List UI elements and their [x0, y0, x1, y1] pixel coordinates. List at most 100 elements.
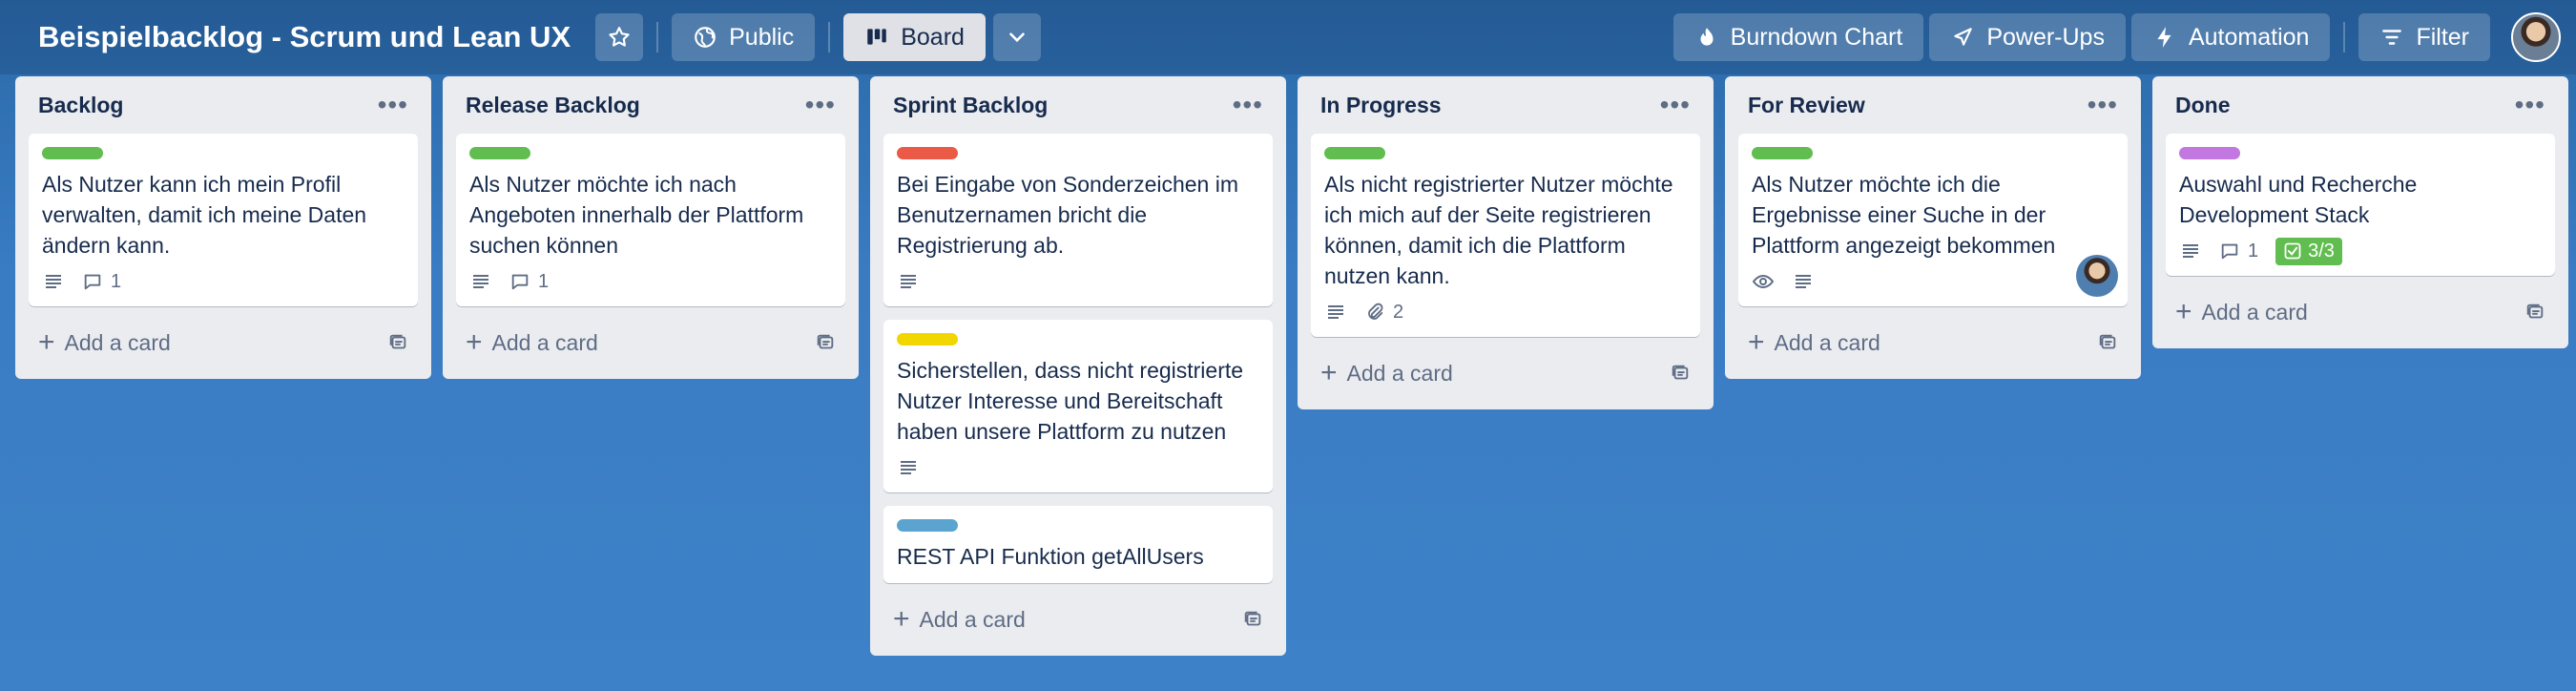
- add-card-button[interactable]: + Add a card: [29, 320, 418, 366]
- comment-icon: [2221, 243, 2238, 260]
- card[interactable]: Als Nutzer möchte ich nach Angeboten inn…: [456, 134, 845, 306]
- card-label: [1752, 147, 1813, 159]
- burndown-chart-button[interactable]: Burndown Chart: [1672, 13, 1924, 61]
- board-view-label: Board: [901, 23, 965, 51]
- add-card-button[interactable]: + Add a card: [456, 320, 845, 366]
- add-card-label: Add a card: [1346, 360, 1453, 386]
- card-template-icon[interactable]: [1670, 363, 1691, 384]
- list-title[interactable]: Release Backlog: [466, 93, 640, 118]
- plus-icon: +: [38, 326, 55, 358]
- card-title: Sicherstellen, dass nicht registrierte N…: [897, 358, 1244, 444]
- card-badges: 2: [1324, 299, 1687, 325]
- list-title[interactable]: Done: [2175, 93, 2231, 118]
- comment-badge: 1: [509, 271, 549, 293]
- more-dots-icon[interactable]: •••: [2088, 92, 2118, 118]
- card[interactable]: Als nicht registrierter Nutzer möchte ic…: [1311, 134, 1700, 337]
- plus-icon: +: [893, 603, 910, 635]
- checkbox-icon: [2284, 242, 2301, 260]
- card-template-icon[interactable]: [2524, 302, 2545, 323]
- card-label: [897, 519, 958, 532]
- list-done: Done ••• Auswahl und Recherche Developme…: [2152, 76, 2568, 348]
- checklist-badge: 3/3: [2275, 237, 2342, 265]
- power-ups-label: Power-Ups: [1986, 23, 2105, 51]
- card[interactable]: Bei Eingabe von Sonderzeichen im Benutze…: [883, 134, 1273, 306]
- add-card-button[interactable]: + Add a card: [1311, 350, 1700, 396]
- attachment-count: 2: [1393, 301, 1404, 323]
- add-card: + Add a card: [2175, 298, 2308, 326]
- board-view-button[interactable]: Board: [843, 13, 986, 61]
- card-template-icon[interactable]: [2097, 332, 2118, 353]
- card-badges: [897, 454, 1259, 481]
- card-label: [1324, 147, 1385, 159]
- more-dots-icon[interactable]: •••: [805, 92, 836, 118]
- add-card-label: Add a card: [1774, 329, 1880, 355]
- list-title[interactable]: For Review: [1748, 93, 1865, 118]
- more-dots-icon[interactable]: •••: [378, 92, 408, 118]
- card-label: [469, 147, 530, 159]
- card-title: REST API Funktion getAllUsers: [897, 544, 1204, 569]
- card[interactable]: Als Nutzer möchte ich die Ergebnisse ein…: [1738, 134, 2128, 306]
- comment-count: 1: [538, 270, 550, 292]
- filter-icon: [2382, 30, 2402, 45]
- list-header: Sprint Backlog •••: [883, 76, 1273, 134]
- plus-icon: +: [1320, 357, 1338, 388]
- list-header: Done •••: [2166, 76, 2555, 134]
- filter-button[interactable]: Filter: [2358, 13, 2490, 61]
- card[interactable]: Auswahl und Recherche Development Stack …: [2166, 134, 2555, 276]
- list-sprint-backlog: Sprint Backlog ••• Bei Eingabe von Sonde…: [870, 76, 1286, 656]
- list-title[interactable]: Sprint Backlog: [893, 93, 1048, 118]
- description-icon: [473, 275, 488, 288]
- filter-label: Filter: [2416, 23, 2469, 51]
- card-title: Als Nutzer kann ich mein Profil verwalte…: [42, 172, 367, 258]
- add-card-button[interactable]: + Add a card: [2166, 289, 2555, 335]
- card-badges: 1 3/3: [2179, 237, 2542, 265]
- card-title: Bei Eingabe von Sonderzeichen im Benutze…: [897, 172, 1239, 258]
- description-icon: [901, 461, 916, 474]
- header-divider: [656, 22, 659, 52]
- list-title[interactable]: In Progress: [1320, 93, 1442, 118]
- card-badges: 1: [469, 268, 832, 295]
- automation-button[interactable]: Automation: [2130, 13, 2331, 61]
- card-badges: 1: [42, 268, 405, 295]
- board-icon: [867, 29, 886, 45]
- list-in-progress: In Progress ••• Als nicht registrierter …: [1298, 76, 1714, 409]
- board-title[interactable]: Beispielbacklog - Scrum und Lean UX: [38, 20, 571, 54]
- card-title: Auswahl und Recherche Development Stack: [2179, 172, 2418, 227]
- visibility-button[interactable]: Public: [672, 13, 816, 61]
- automation-label: Automation: [2188, 23, 2310, 51]
- list-title[interactable]: Backlog: [38, 93, 123, 118]
- add-card-button[interactable]: + Add a card: [1738, 320, 2128, 366]
- comment-count: 1: [2248, 240, 2259, 262]
- power-ups-button[interactable]: Power-Ups: [1929, 13, 2126, 61]
- chevron-down-icon: [1009, 32, 1025, 43]
- eye-icon: [1752, 274, 1775, 289]
- header-divider: [2343, 22, 2346, 52]
- more-dots-icon[interactable]: •••: [1660, 92, 1691, 118]
- add-card-button[interactable]: + Add a card: [883, 597, 1273, 642]
- add-card: + Add a card: [1748, 328, 1880, 357]
- view-switcher-button[interactable]: [992, 13, 1041, 61]
- flame-icon: [1700, 28, 1714, 46]
- card-badges: [1752, 268, 2114, 295]
- star-icon: [609, 27, 630, 47]
- star-button[interactable]: [595, 13, 644, 61]
- card[interactable]: Sicherstellen, dass nicht registrierte N…: [883, 320, 1273, 492]
- card[interactable]: Als Nutzer kann ich mein Profil verwalte…: [29, 134, 418, 306]
- more-dots-icon[interactable]: •••: [1233, 92, 1263, 118]
- add-card: + Add a card: [38, 328, 171, 357]
- checklist-count: 3/3: [2308, 240, 2335, 262]
- card[interactable]: REST API Funktion getAllUsers: [883, 506, 1273, 583]
- card-template-icon[interactable]: [387, 332, 408, 353]
- user-avatar[interactable]: [2511, 12, 2561, 62]
- card-label: [42, 147, 103, 159]
- more-dots-icon[interactable]: •••: [2515, 92, 2545, 118]
- comment-badge: 1: [82, 271, 121, 293]
- add-card-label: Add a card: [2201, 299, 2308, 325]
- card-member-avatar[interactable]: [2076, 255, 2118, 297]
- card-label: [2179, 147, 2240, 159]
- card-template-icon[interactable]: [815, 332, 836, 353]
- comment-icon: [84, 274, 101, 290]
- plus-icon: +: [1748, 326, 1765, 358]
- card-template-icon[interactable]: [1242, 609, 1263, 630]
- add-card-label: Add a card: [919, 606, 1026, 632]
